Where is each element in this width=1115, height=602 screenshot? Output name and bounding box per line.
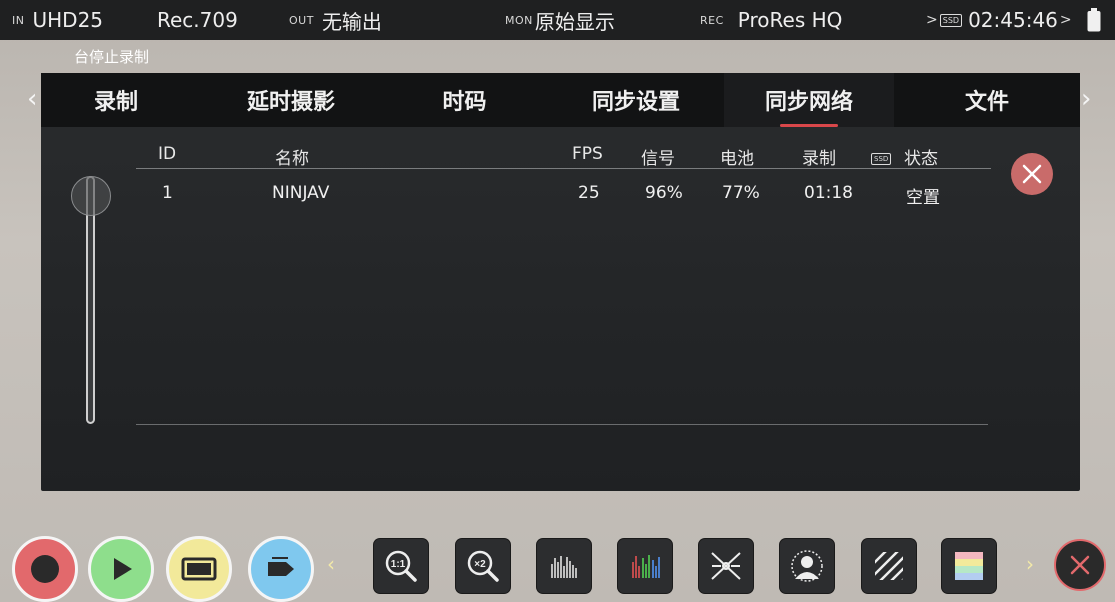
close-button[interactable] (1011, 153, 1053, 195)
zebra-icon (875, 552, 903, 580)
column-header-battery: 电池 (720, 149, 754, 169)
cell-battery: 77% (722, 183, 760, 203)
tab-label: 录制 (93, 90, 138, 115)
column-header-record: 录制 (802, 149, 836, 169)
zoom-2x-icon: ×2 (467, 550, 499, 582)
close-icon (1022, 164, 1042, 184)
input-status[interactable]: IN UHD25 (12, 0, 103, 40)
play-icon (114, 558, 132, 580)
chevron-right-icon[interactable]: › (1026, 552, 1034, 576)
colorspace-value: Rec.709 (157, 8, 238, 32)
battery-icon (1087, 0, 1101, 40)
cell-status: 空置 (906, 188, 940, 208)
tab-sync-network[interactable]: 同步网络 (724, 73, 894, 127)
tab-label: 文件 (964, 90, 1009, 115)
chevron-right-icon: > (1059, 12, 1072, 28)
tab-label: 延时摄影 (246, 90, 335, 115)
record-format: ProRes HQ (737, 8, 843, 32)
tab-label: 同步网络 (764, 90, 853, 115)
zoom-1x-button[interactable]: 1:1 (374, 539, 428, 593)
output-value: 无输出 (321, 9, 382, 34)
tab-timelapse[interactable]: 延时摄影 (191, 73, 391, 127)
column-header-id: ID (158, 144, 177, 164)
waveform-icon (551, 556, 577, 578)
scroll-handle[interactable] (71, 176, 111, 216)
input-format: UHD25 (32, 8, 104, 32)
svg-text:1:1: 1:1 (391, 559, 406, 570)
false-color-icon (791, 550, 823, 582)
tag-icon (268, 557, 294, 576)
column-header-signal: 信号 (641, 149, 675, 169)
monitor-value: 原始显示 (534, 9, 615, 34)
tab-timecode[interactable]: 时码 (391, 73, 538, 127)
record-button[interactable] (12, 536, 78, 602)
focus-peaking-icon (711, 552, 741, 580)
output-status[interactable]: OUT 无输出 (289, 0, 382, 40)
cell-fps: 25 (578, 183, 600, 203)
record-icon (31, 555, 59, 583)
chevron-left-icon[interactable]: ‹ (327, 552, 335, 576)
close-menu-button[interactable] (1054, 539, 1106, 591)
table-bottom-divider (136, 424, 988, 425)
cell-id: 1 (162, 183, 173, 203)
header-divider (136, 168, 991, 169)
active-tab-indicator (780, 124, 838, 127)
media-status[interactable]: > SSD 02:45:46 > (926, 0, 1072, 40)
sync-network-panel: 录制 延时摄影 时码 同步设置 同步网络 文件 (41, 73, 1080, 491)
chevron-right-icon[interactable]: › (1081, 84, 1091, 114)
close-icon (1070, 555, 1090, 575)
colorspace-status[interactable]: Rec.709 (157, 0, 238, 40)
zebra-button[interactable] (862, 539, 916, 593)
tag-button[interactable] (248, 536, 314, 602)
tab-files[interactable]: 文件 (894, 73, 1080, 127)
monitor-icon (181, 557, 217, 581)
focus-peaking-button[interactable] (699, 539, 753, 593)
ssd-icon: SSD (871, 146, 892, 166)
timecode: 02:45:46 (968, 8, 1058, 32)
color-bars-button[interactable] (942, 539, 996, 593)
record-format-status[interactable]: REC ProRes HQ (700, 0, 842, 40)
cell-name: NINJAV (272, 183, 330, 203)
chevron-right-icon: > (926, 12, 938, 28)
ssd-icon: SSD (939, 13, 963, 27)
color-bars-icon (955, 552, 983, 580)
tab-record[interactable]: 录制 (41, 73, 191, 127)
tab-label: 时码 (442, 90, 487, 115)
chevron-left-icon[interactable]: ‹ (27, 84, 37, 114)
zoom-2x-button[interactable]: ×2 (456, 539, 510, 593)
cell-signal: 96% (645, 183, 683, 203)
status-bar: IN UHD25 Rec.709 OUT 无输出 MON 原始显示 REC Pr… (0, 0, 1115, 40)
column-header-name: 名称 (275, 149, 309, 169)
rgb-parade-icon (632, 555, 660, 578)
menu-tabs: 录制 延时摄影 时码 同步设置 同步网络 文件 (41, 73, 1080, 127)
column-header-fps: FPS (572, 144, 603, 164)
status-message: 台停止录制 (74, 48, 150, 66)
input-label: IN (12, 13, 25, 27)
tab-sync-settings[interactable]: 同步设置 (538, 73, 734, 127)
monitor-label: MON (505, 13, 533, 27)
play-button[interactable] (88, 536, 154, 602)
rgb-parade-button[interactable] (618, 539, 672, 593)
record-label: REC (700, 13, 724, 27)
cell-record: 01:18 (804, 183, 853, 203)
tab-label: 同步设置 (591, 90, 680, 115)
monitor-status[interactable]: MON 原始显示 (505, 0, 615, 40)
zoom-1x-icon: 1:1 (385, 550, 417, 582)
output-label: OUT (289, 13, 314, 27)
svg-text:×2: ×2 (474, 559, 486, 570)
waveform-button[interactable] (537, 539, 591, 593)
false-color-button[interactable] (780, 539, 834, 593)
column-header-status: 状态 (904, 149, 938, 169)
display-button[interactable] (166, 536, 232, 602)
